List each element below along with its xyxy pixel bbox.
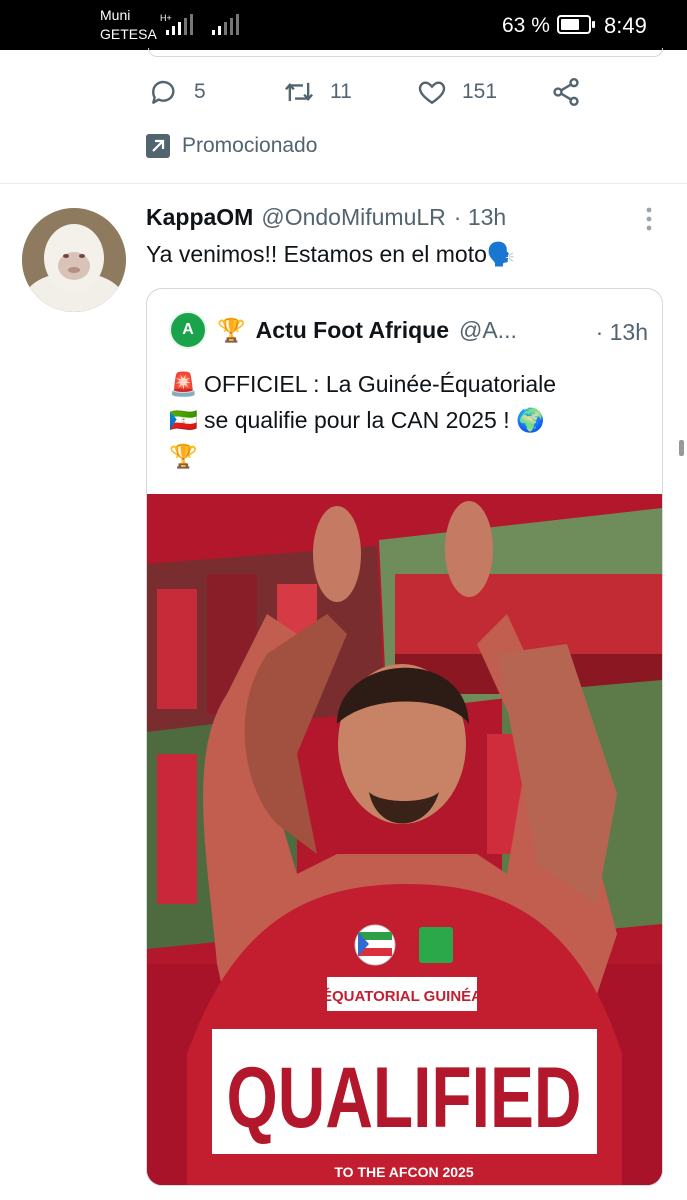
qualified-poster-image[interactable]: ÉQUATORIAL GUINÉA QUALIFIED TO THE AFCON…: [147, 494, 662, 1185]
battery-icon: [557, 15, 595, 34]
poster-headline: QUALIFIED: [227, 1050, 582, 1146]
carrier-line-1: Muni: [100, 7, 131, 23]
reply-icon: [152, 80, 175, 104]
carrier-line-2: GETESA: [100, 26, 157, 42]
promoted-arrow-icon: [146, 134, 170, 158]
quoted-tweet[interactable]: A 🏆 Actu Foot Afrique @A... · 13h 🚨 OFFI…: [146, 288, 663, 1186]
poster-graphic: ÉQUATORIAL GUINÉA QUALIFIED TO THE AFCON…: [147, 494, 662, 1185]
author-name[interactable]: KappaOM: [146, 204, 253, 231]
like-button[interactable]: 151: [416, 76, 497, 108]
reply-button[interactable]: 5: [148, 76, 206, 108]
network-type: H+: [160, 14, 172, 23]
quoted-tweet-text: 🚨 OFFICIEL : La Guinée-Équatoriale 🇬🇶 se…: [169, 366, 647, 474]
previous-tweet-actions: 5 11 151: [0, 76, 687, 112]
author-handle[interactable]: @OndoMifumuLR: [261, 204, 445, 231]
status-bar: Muni GETESA H+ 63 % 8:49: [0, 0, 687, 50]
poster-country: ÉQUATORIAL GUINÉA: [322, 988, 482, 1005]
quoted-text-line-1: 🚨 OFFICIEL : La Guinée-Équatoriale: [169, 371, 557, 397]
battery-percent: 63 %: [502, 14, 550, 37]
promoted-text: Promocionado: [182, 134, 318, 157]
signal-strength-icon: H+: [160, 14, 193, 35]
signal-strength-2-icon: [212, 14, 239, 35]
reply-count: 5: [194, 80, 206, 103]
carrier-name: Muni GETESA: [100, 6, 157, 44]
clock: 8:49: [604, 13, 647, 38]
quoted-text-line-2: 🇬🇶 se qualifie pour la CAN 2025 ! 🌍: [169, 407, 545, 433]
previous-card-edge: [148, 48, 663, 57]
share-icon: [553, 78, 579, 106]
tweet-header: KappaOM @OndoMifumuLR · 13h: [146, 204, 506, 231]
gorilla-avatar-image: [22, 208, 126, 312]
tweet-time[interactable]: · 13h: [454, 204, 506, 231]
like-count: 151: [462, 80, 498, 103]
scrollbar-thumb[interactable]: [679, 440, 684, 456]
trophy-icon: 🏆: [217, 316, 246, 343]
promoted-label: Promocionado: [146, 134, 317, 158]
retweet-button[interactable]: 11: [282, 76, 352, 108]
quoted-tweet-header: A 🏆 Actu Foot Afrique @A...: [169, 311, 517, 349]
more-options-icon[interactable]: [645, 206, 653, 232]
poster-subline: TO THE AFCON 2025: [334, 1164, 473, 1180]
tweet-text: Ya venimos!! Estamos en el moto🗣️: [146, 241, 516, 267]
share-button[interactable]: [550, 76, 582, 108]
quoted-author-name: Actu Foot Afrique: [255, 316, 449, 343]
retweet-icon: [285, 82, 313, 102]
heart-icon: [418, 81, 446, 105]
quoted-text-line-3: 🏆: [169, 443, 198, 469]
quoted-tweet-time: · 13h: [595, 319, 648, 345]
avatar[interactable]: [22, 208, 126, 312]
retweet-count: 11: [330, 80, 352, 103]
quoted-author-handle: @A...: [458, 316, 517, 343]
tweet-divider: [0, 183, 687, 184]
quoted-avatar: A: [169, 311, 207, 349]
